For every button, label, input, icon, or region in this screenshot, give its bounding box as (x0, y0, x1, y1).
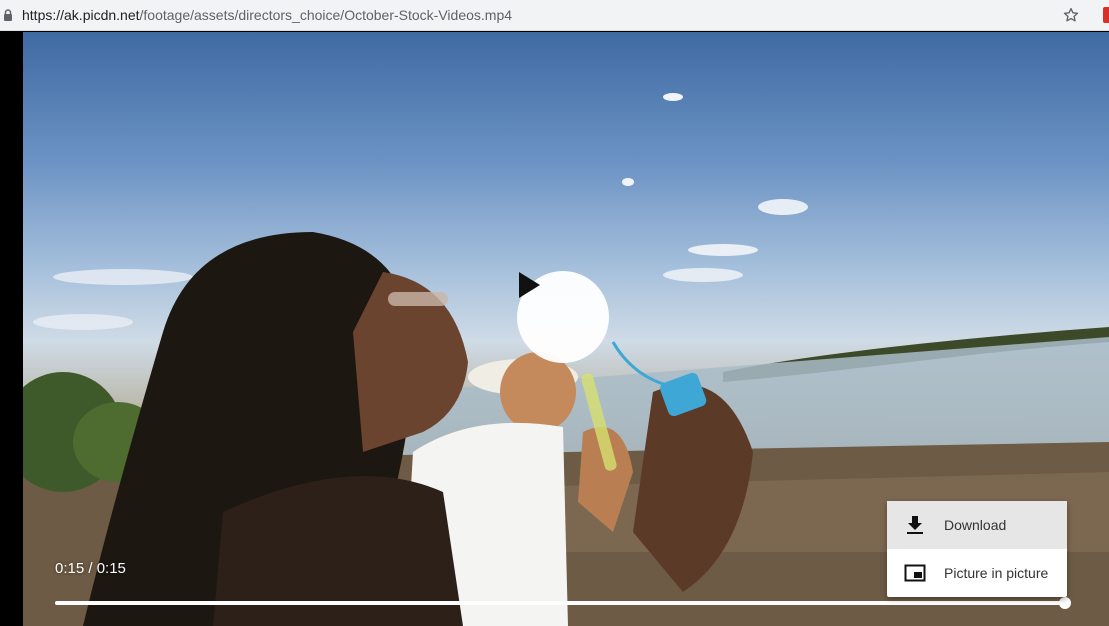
menu-item-download[interactable]: Download (887, 501, 1067, 549)
lock-icon[interactable] (3, 9, 13, 21)
menu-item-label: Download (944, 517, 1007, 533)
progress-bar[interactable] (55, 601, 1066, 605)
menu-item-label: Picture in picture (944, 565, 1049, 581)
url-path: /footage/assets/directors_choice/October… (139, 7, 513, 23)
address-bar[interactable]: https://ak.picdn.net/footage/assets/dire… (0, 0, 1109, 31)
url-host: https://ak.picdn.net (22, 7, 140, 23)
picture-in-picture-icon (904, 564, 926, 582)
download-icon (907, 516, 923, 534)
play-icon (519, 272, 540, 298)
play-button[interactable] (517, 271, 609, 363)
star-icon[interactable] (1062, 6, 1080, 24)
extension-icon[interactable] (1103, 7, 1109, 23)
context-menu: Download Picture in picture (887, 501, 1067, 597)
menu-item-picture-in-picture[interactable]: Picture in picture (887, 549, 1067, 597)
page-margin (0, 32, 23, 626)
url-text[interactable]: https://ak.picdn.net/footage/assets/dire… (22, 7, 512, 23)
progress-thumb[interactable] (1059, 597, 1071, 609)
time-display: 0:15 / 0:15 (55, 560, 126, 577)
